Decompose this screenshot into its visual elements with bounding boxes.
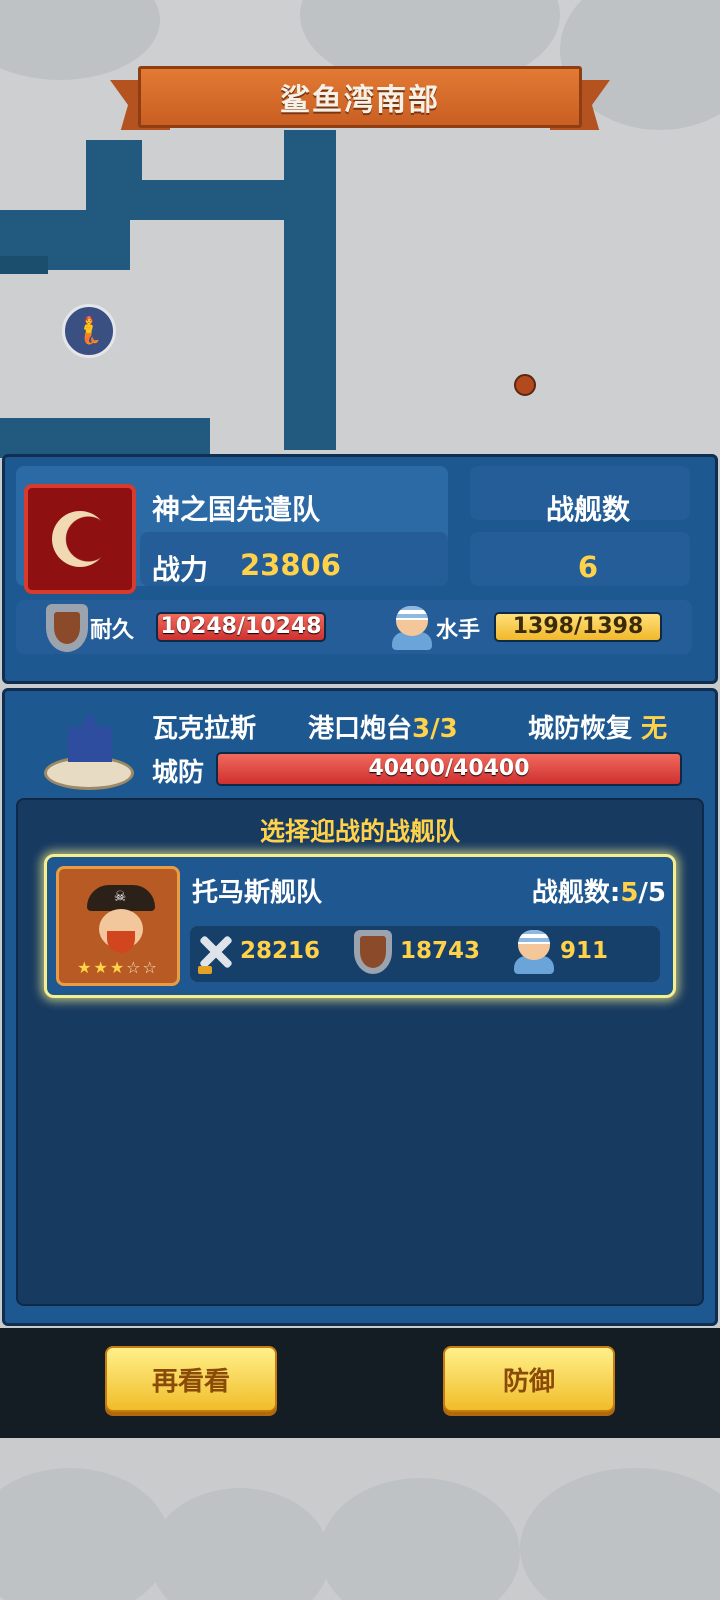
mermaid-icon[interactable]: 🧜 [62,304,116,358]
crescent-moon-icon [52,511,108,567]
castle-icon [44,706,134,790]
squad-sailors: 911 [560,938,609,964]
shield-icon [354,930,392,974]
star-icon: ☆ [142,958,159,977]
squad-attack: 28216 [240,938,321,964]
sailors-label: 水手 [436,618,481,643]
defense-recovery: 城防恢复 无 [528,708,667,745]
captain-portrait[interactable]: ☠ ★★★☆☆ [56,866,180,986]
region-title: 鲨鱼湾南部 [280,83,440,118]
captain-stars: ★★★☆☆ [59,958,177,977]
city-defense-bar: 40400/40400 [216,752,682,786]
harbor-battery-value: 3/3 [412,714,458,744]
crossed-swords-icon [194,932,238,976]
squad-ships-label: 战舰数: [531,878,621,908]
ships-value: 6 [577,550,599,584]
shield-icon [46,604,88,652]
select-squad-title: 选择迎战的战舰队 [259,817,460,846]
star-icon: ☆ [126,958,143,977]
fleet-emblem[interactable] [24,484,136,594]
squad-ships-total: /5 [638,878,666,908]
harbor-battery-label: 港口炮台 [308,714,413,744]
defense-recovery-value: 无 [641,714,668,744]
city-defense-label: 城防 [152,758,205,788]
squad-defense: 18743 [400,938,481,964]
sailors-bar: 1398/1398 [494,612,662,642]
durability-bar: 10248/10248 [156,612,326,642]
ships-label: 战舰数 [545,493,630,526]
harbor-battery: 港口炮台3/3 [308,708,458,745]
durability-text: 10248/10248 [160,614,322,639]
skull-icon: ☠ [113,889,127,905]
star-icon: ★ [109,958,127,977]
sailors-text: 1398/1398 [512,614,644,639]
power-value: 23806 [240,548,341,582]
fleet-name: 神之国先遣队 [152,493,321,526]
squad-name: 托马斯舰队 [192,878,323,908]
squad-ships-current: 5 [620,878,639,908]
banner-ribbon: 鲨鱼湾南部 [138,66,582,128]
world-map[interactable]: 鲨鱼湾南部 🧜 [0,0,720,460]
defense-recovery-label: 城防恢复 [528,714,633,744]
port-dot-icon[interactable] [514,374,536,396]
sailor-icon [390,606,434,650]
region-banner: 鲨鱼湾南部 [110,66,610,134]
city-name: 瓦克拉斯 [152,714,257,744]
squad-ships: 战舰数:5/5 [500,872,666,909]
durability-label: 耐久 [90,618,135,643]
cancel-button[interactable]: 再看看 [105,1346,277,1412]
defend-button[interactable]: 防御 [443,1346,615,1412]
power-label: 战力 [152,553,209,586]
city-defense-text: 40400/40400 [368,756,530,781]
cloud-border [0,1438,720,1600]
star-icon: ★ [77,958,94,977]
sailor-icon [512,930,556,974]
star-icon: ★ [93,958,110,977]
